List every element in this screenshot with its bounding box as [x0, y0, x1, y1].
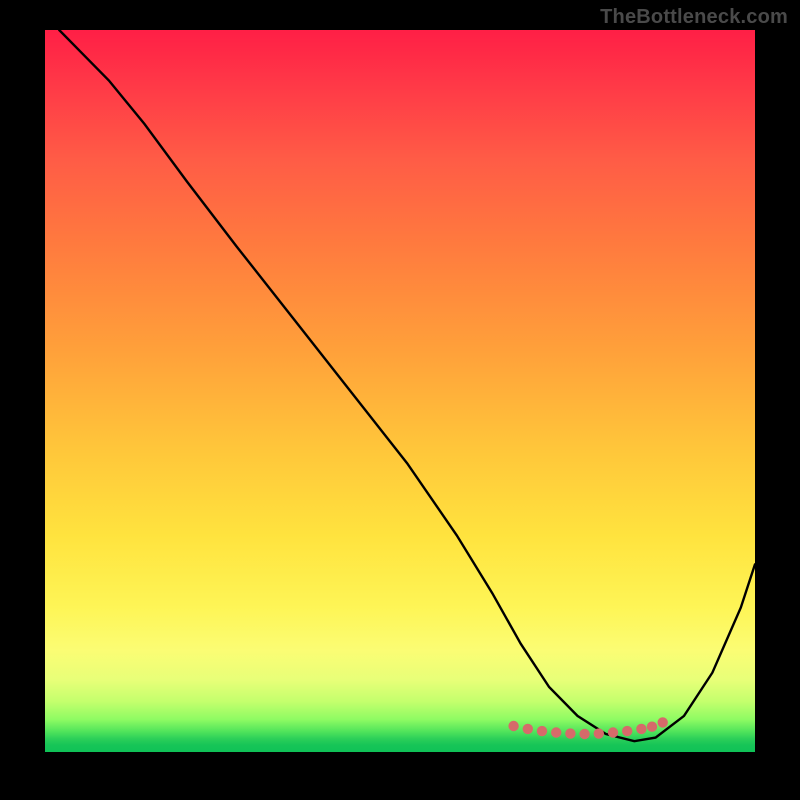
highlight-dot	[523, 724, 533, 734]
highlight-dot	[551, 727, 561, 737]
highlight-dot	[565, 728, 575, 738]
chart-frame: TheBottleneck.com	[0, 0, 800, 800]
highlight-dot	[658, 717, 668, 727]
highlight-dot	[579, 729, 589, 739]
highlight-dot	[508, 721, 518, 731]
curve-svg	[45, 30, 755, 752]
bottleneck-curve-path	[59, 30, 755, 741]
highlight-dots-group	[508, 717, 668, 739]
highlight-dot	[622, 726, 632, 736]
highlight-dot	[636, 724, 646, 734]
highlight-dot	[594, 728, 604, 738]
highlight-dot	[537, 726, 547, 736]
highlight-dot	[647, 722, 657, 732]
highlight-dot	[608, 727, 618, 737]
plot-area	[45, 30, 755, 752]
watermark-text: TheBottleneck.com	[600, 6, 788, 29]
